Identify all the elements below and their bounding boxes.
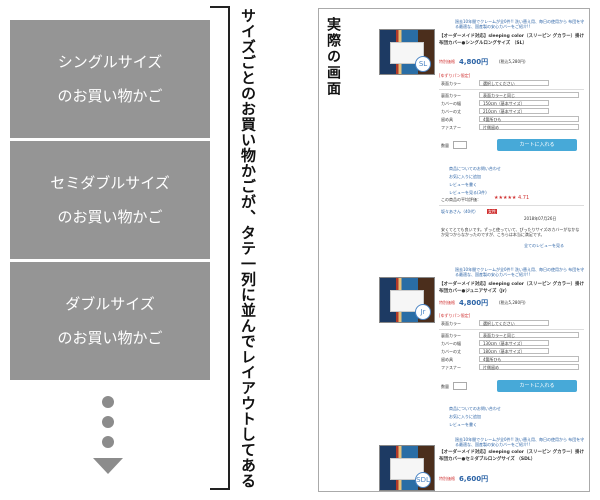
ellipsis-dot [102, 436, 114, 448]
write-review-link[interactable]: レビューを書く [449, 182, 477, 187]
size-badge: Jr [415, 304, 431, 320]
review-user[interactable]: 坂々あさん（40代） [441, 209, 478, 214]
qty-label: 数量 [441, 384, 449, 389]
review-tag: 女性 [487, 209, 497, 214]
double-size-cart-block: ダブルサイズ のお買い物かご [10, 262, 210, 380]
product-name[interactable]: 【オーダーメイド対応】sleeping color（スリーピン グカラー）掛け布… [439, 33, 587, 47]
quantity-input[interactable] [453, 141, 467, 149]
layout-caption: サイズごとのお買い物かごが、タテ一列に並んでレイアウトしてある [239, 8, 257, 489]
back-color-select[interactable]: 表面カラーと同じ [479, 92, 579, 98]
view-reviews-link[interactable]: レビューを見る(3件) [449, 190, 487, 195]
product-thumbnail[interactable]: SDL [379, 445, 435, 491]
double-size-label: ダブルサイズ [65, 295, 155, 313]
product-price: 4,800円 [459, 58, 489, 66]
favorite-link[interactable]: お気に入りに追加 [449, 174, 481, 179]
inquiry-link[interactable]: 商品についてのお問い合わせ [449, 166, 501, 171]
size-badge: SDL [415, 472, 431, 488]
price-tax: (税込5,280円) [499, 59, 526, 64]
option-label: 留め具 [441, 357, 453, 362]
option-label: カバーの丈 [441, 109, 461, 114]
bracket [210, 6, 230, 490]
product-price: 6,600円 [459, 475, 489, 483]
product-intro: 過去10年間でクレームが全0件!! 洗い替え用、毎日の使用から 布団を守る最適な… [455, 267, 585, 277]
product-name[interactable]: 【オーダーメイド対応】sleeping color（スリーピン グカラー）掛け布… [439, 281, 587, 295]
zipper-select[interactable]: 片側留め [479, 364, 579, 370]
length-select[interactable]: 180cm（基本サイズ） [479, 348, 549, 354]
single-size-cart-block: シングルサイズ のお買い物かご [10, 20, 210, 138]
option-note: [ゆずりパン限定] [439, 313, 471, 318]
qty-label: 数量 [441, 143, 449, 148]
double-cart-label: のお買い物かご [57, 329, 163, 347]
price-label: 特別価格 [439, 476, 455, 481]
add-to-cart-button[interactable]: カートに入れる [497, 139, 577, 151]
actual-screen-panel: 実際の画面 過去10年間でクレームが全0件!! 洗い替え用、毎日の使用から 布団… [318, 8, 590, 492]
option-label: 表面カラー [441, 321, 461, 326]
option-label: 裏面カラー [441, 333, 461, 338]
all-reviews-link[interactable]: 全てのレビューを見る [524, 243, 564, 248]
front-color-select[interactable]: 選択してください [479, 80, 549, 86]
ellipsis-dot [102, 396, 114, 408]
zipper-select[interactable]: 片側留め [479, 124, 579, 130]
price-label: 特別価格 [439, 59, 455, 64]
ellipsis-dot [102, 416, 114, 428]
option-label: カバーの丈 [441, 349, 461, 354]
panel-title: 実際の画面 [325, 17, 341, 97]
product-thumbnail[interactable]: SL [379, 29, 435, 75]
option-note: [ゆずりパン限定] [439, 73, 471, 78]
option-label: 表面カラー [441, 81, 461, 86]
price-tax: (税込5,280円) [499, 300, 526, 305]
write-review-link[interactable]: レビューを書く [449, 422, 477, 427]
option-label: カバーの幅 [441, 101, 461, 106]
down-arrow-icon [93, 458, 123, 474]
front-color-select[interactable]: 選択してください [479, 320, 549, 326]
semi-double-size-cart-block: セミダブルサイズ のお買い物かご [10, 141, 210, 259]
quantity-input[interactable] [453, 382, 467, 390]
inquiry-link[interactable]: 商品についてのお問い合わせ [449, 406, 501, 411]
semi-double-cart-label: のお買い物かご [57, 208, 163, 226]
fastener-select[interactable]: 4箇所ひも [479, 116, 579, 122]
option-label: 留め具 [441, 117, 453, 122]
length-select[interactable]: 210cm（基本サイズ） [479, 108, 549, 114]
favorite-link[interactable]: お気に入りに追加 [449, 414, 481, 419]
option-label: ファスナー [441, 125, 461, 130]
product-name[interactable]: 【オーダーメイド対応】sleeping color（スリーピン グカラー）掛け布… [439, 449, 587, 463]
product-thumbnail[interactable]: Jr [379, 277, 435, 323]
size-badge: SL [415, 56, 431, 72]
width-select[interactable]: 150cm（基本サイズ） [479, 100, 549, 106]
fastener-select[interactable]: 4箇所ひも [479, 356, 579, 362]
option-label: 裏面カラー [441, 93, 461, 98]
rating-label: この商品の平均評価： [441, 197, 481, 202]
price-label: 特別価格 [439, 300, 455, 305]
product-price: 4,800円 [459, 299, 489, 307]
option-label: カバーの幅 [441, 341, 461, 346]
product-intro: 過去10年間でクレームが全0件!! 洗い替え用、毎日の使用から 布団を守る最適な… [455, 19, 585, 29]
review-text: 安くてとても良いです。ずっと使っていて、ぴったりサイズのカバーがなかなか見つから… [441, 227, 580, 237]
review-date: 2018年07月26日 [524, 216, 557, 221]
single-size-label: シングルサイズ [57, 53, 163, 71]
rating-stars: ★★★★★ 4.71 [494, 195, 530, 201]
single-cart-label: のお買い物かご [57, 87, 163, 105]
width-select[interactable]: 130cm（基本サイズ） [479, 340, 549, 346]
product-intro: 過去10年間でクレームが全0件!! 洗い替え用、毎日の使用から 布団を守る最適な… [455, 437, 585, 447]
back-color-select[interactable]: 表面カラーと同じ [479, 332, 579, 338]
option-label: ファスナー [441, 365, 461, 370]
add-to-cart-button[interactable]: カートに入れる [497, 380, 577, 392]
semi-double-size-label: セミダブルサイズ [50, 174, 170, 192]
